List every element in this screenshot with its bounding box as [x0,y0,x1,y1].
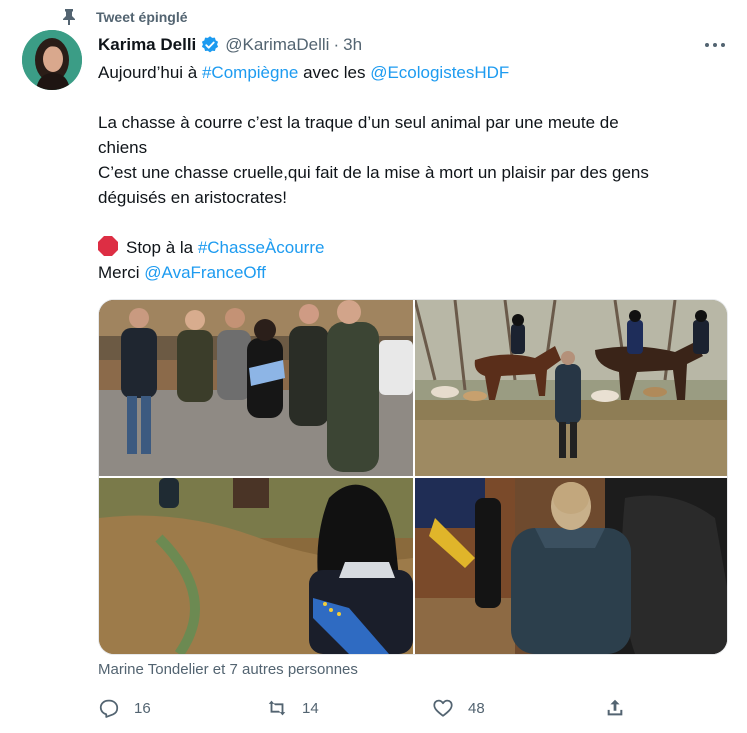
retweet-icon [266,697,288,719]
tweet-line-1: Aujourd’hui à #Compiègne avec les @Ecolo… [98,60,728,85]
photo-rider-boot-and-person-in-jacket[interactable] [415,478,727,654]
like-count: 48 [468,699,485,717]
pinned-label: Tweet épinglé [96,9,188,25]
avatar[interactable] [22,30,82,90]
hashtag-compiegne[interactable]: #Compiègne [202,63,298,82]
pinned-indicator: Tweet épinglé [62,8,188,26]
heart-icon [432,697,454,719]
media-grid [98,299,728,655]
tweet-line-6: Stop à la #ChasseÀcourre [98,235,728,260]
verified-badge-icon [200,35,220,55]
stop-sign-icon [98,236,118,256]
pin-icon [62,9,76,25]
tweet-line-5: déguisés en aristocrates! [98,188,287,207]
tweet-line-3: chiens [98,138,148,157]
hashtag-chasseacourre[interactable]: #ChasseÀcourre [198,238,325,257]
photo-group-of-people-in-parking-lot[interactable] [99,300,413,476]
mention-avafranceoff[interactable]: @AvaFranceOff [144,263,266,282]
text-segment: Aujourd’hui à [98,63,202,82]
tweet-line-2: La chasse à courre c’est la traque d’un … [98,113,619,132]
author-name[interactable]: Karima Delli [98,35,196,55]
text-segment: avec les [298,63,371,82]
like-button[interactable]: 48 [432,696,485,720]
text-segment: Merci [98,263,145,282]
reply-icon [98,697,120,719]
photo-woman-with-eu-scarf-in-forest[interactable] [99,478,413,654]
share-button[interactable] [604,696,626,720]
share-icon [604,697,626,719]
tweet-header: Karima Delli @KarimaDelli · 3h [98,34,362,56]
more-options-icon[interactable] [703,38,727,52]
tweet-line-4: C’est une chasse cruelle,qui fait de la … [98,163,649,182]
author-handle[interactable]: @KarimaDelli [225,35,329,55]
header-separator: · [333,35,340,54]
text-segment: Stop à la [126,238,198,257]
reply-count: 16 [134,699,151,717]
tweet-text: Aujourd’hui à #Compiègne avec les @Ecolo… [98,60,728,285]
photo-riders-on-horses-with-hounds[interactable] [415,300,727,476]
tweet-timestamp[interactable]: 3h [343,35,362,55]
retweet-button[interactable]: 14 [266,696,319,720]
tweet-actions: 16 14 48 [96,696,636,720]
mention-ecologisteshdf[interactable]: @EcologistesHDF [370,63,509,82]
liked-by-text[interactable]: Marine Tondelier et 7 autres personnes [98,661,358,678]
reply-button[interactable]: 16 [98,696,151,720]
tweet-line-7: Merci @AvaFranceOff [98,260,728,285]
retweet-count: 14 [302,699,319,717]
